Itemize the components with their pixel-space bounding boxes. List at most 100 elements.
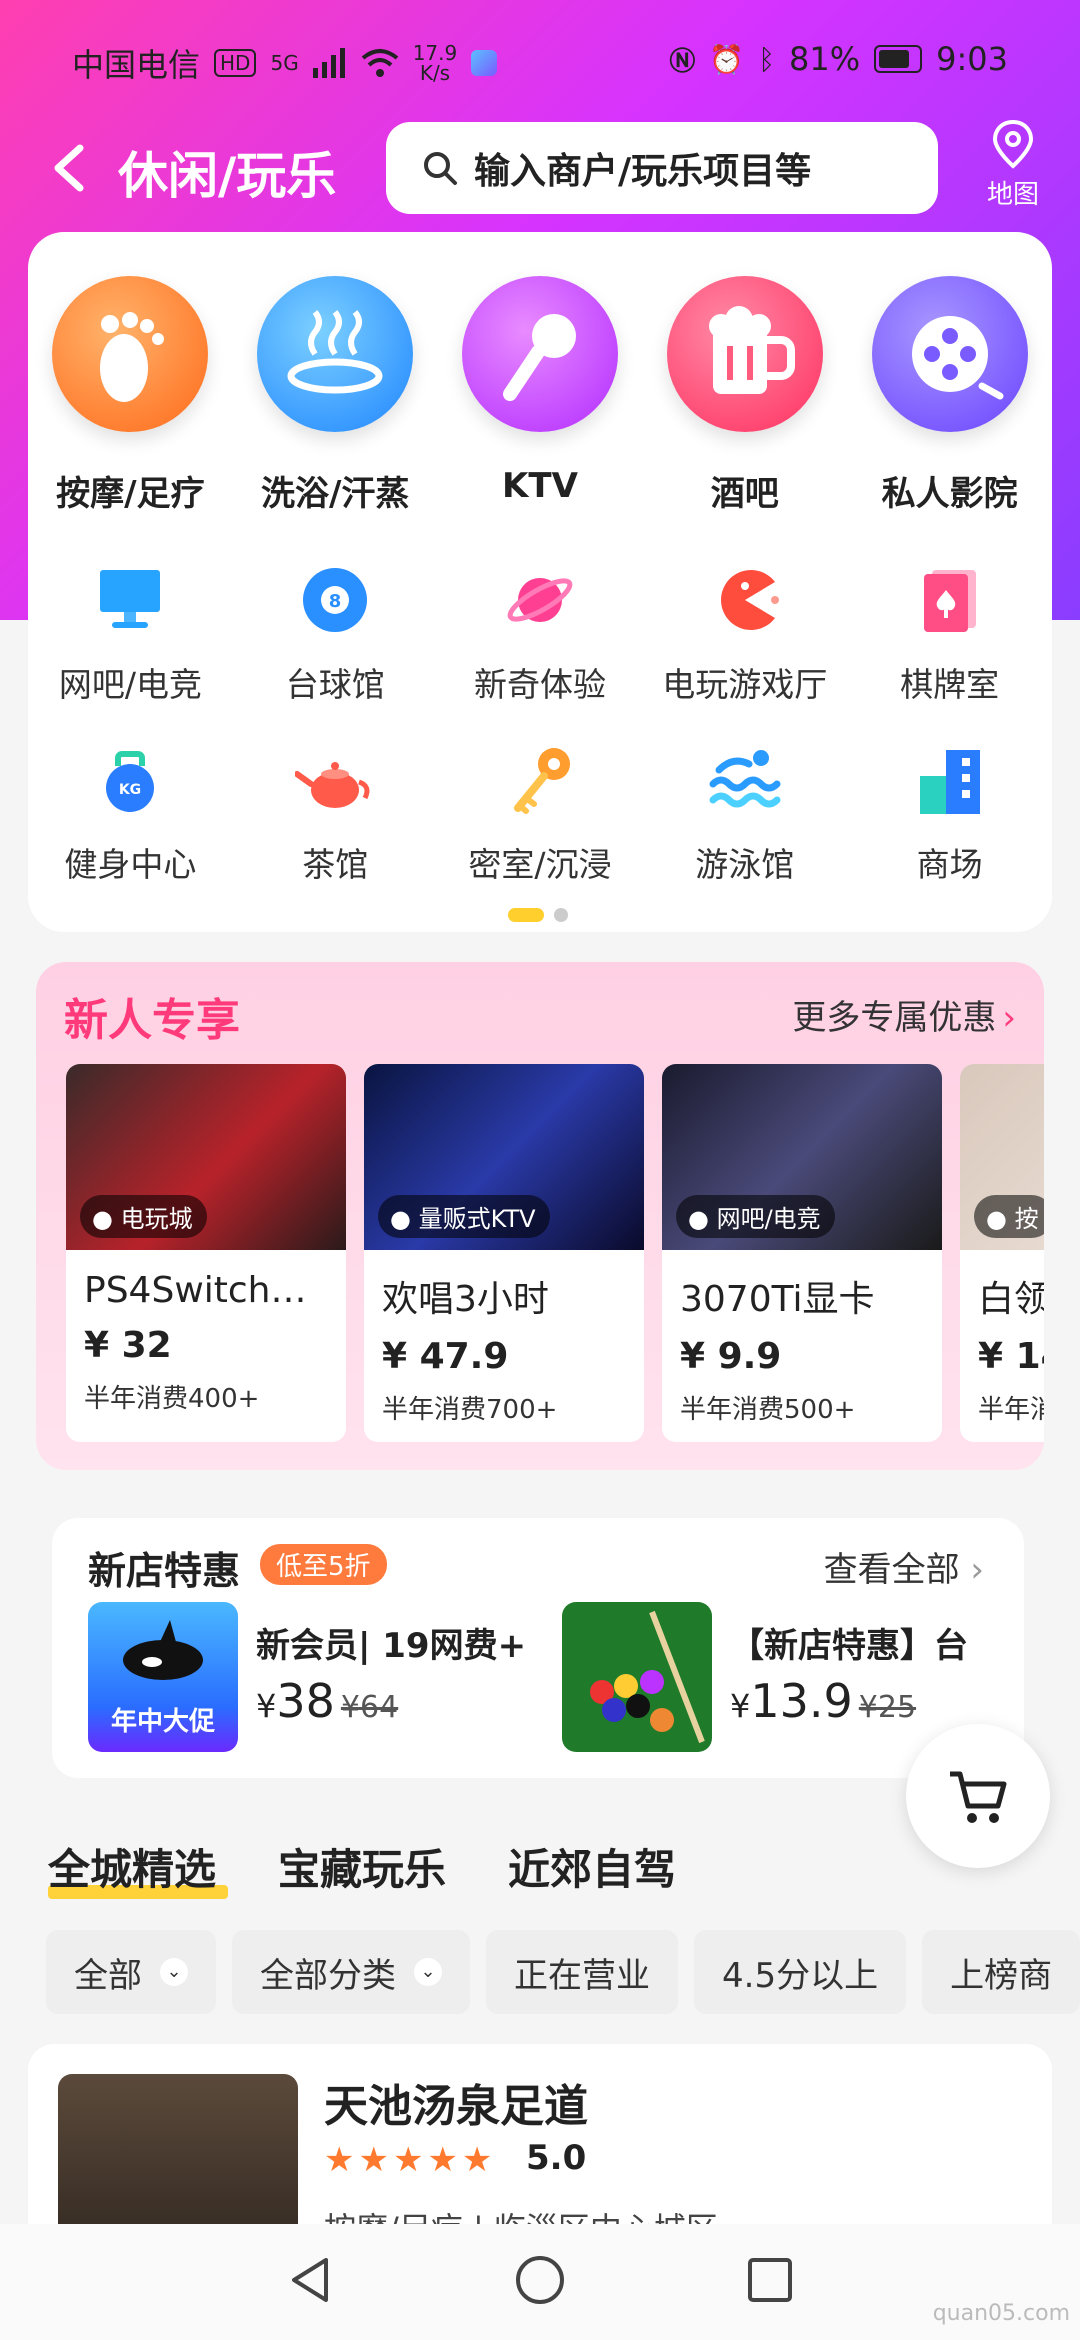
deal-card[interactable]: ● 量贩式KTV 欢唱3小时 ¥ 47.9 半年消费700+: [364, 1064, 644, 1442]
tab-city-picks[interactable]: 全城精选: [48, 1836, 229, 1899]
map-label: 地图: [986, 180, 1039, 210]
map-button[interactable]: 地图: [978, 118, 1048, 211]
deal-name: 3070Ti显卡: [680, 1279, 875, 1320]
signal-icon: [312, 48, 345, 78]
deal-name: 白领: [978, 1279, 1044, 1320]
filter-rating[interactable]: 4.5分以上: [694, 1930, 907, 2014]
status-bar: 中国电信 HD 5G 17.9 K/s Ⓝ ⏰ ᛒ 81% 9:03: [0, 0, 1080, 120]
nav-recents-icon[interactable]: [742, 2252, 798, 2308]
category-internet-cafe[interactable]: 网吧/电竞: [28, 560, 233, 706]
new-shop-title: 新店特惠: [88, 1549, 241, 1593]
building-icon: [919, 750, 980, 814]
cart-button[interactable]: [906, 1724, 1050, 1868]
page-dot: [554, 908, 568, 922]
deal-name: 欢唱3小时: [382, 1279, 549, 1320]
filter-ranked[interactable]: 上榜商: [922, 1930, 1080, 2014]
deal-card[interactable]: ● 网吧/电竞 3070Ti显卡 ¥ 9.9 半年消费500+: [662, 1064, 942, 1442]
new-shop-section: 新店特惠 低至5折 查看全部 › 年中大促 新会员| 19网费+ ¥38 ¥64 …: [52, 1518, 1024, 1778]
page-title: 休闲/玩乐: [118, 147, 337, 205]
category-bath[interactable]: 洗浴/汗蒸: [240, 276, 430, 515]
tab-suburban-drive[interactable]: 近郊自驾: [508, 1836, 676, 1897]
deal-price: ¥ 47.9: [382, 1336, 509, 1377]
category-arcade[interactable]: 电玩游戏厅: [642, 560, 847, 706]
category-private-cinema[interactable]: 私人影院: [855, 276, 1045, 515]
deal-tag: ● 按: [974, 1195, 1044, 1238]
category-escape-room[interactable]: 密室/沉浸: [438, 740, 643, 886]
new-user-section: 新人专享 更多专属优惠 › ● 电玩城 PS4Switch… ¥ 32 半年消费4…: [36, 962, 1044, 1470]
hd-badge: HD: [214, 49, 257, 77]
feed-tabs: 全城精选 宝藏玩乐 近郊自驾: [48, 1836, 676, 1899]
more-offers-link[interactable]: 更多专属优惠 ›: [792, 990, 1016, 1039]
clock: 9:03: [936, 40, 1008, 78]
new-shop-item-title: 【新店特惠】台: [730, 1626, 968, 1666]
new-shop-item-price: ¥13.9 ¥25: [730, 1674, 917, 1728]
billiards-thumbnail: [562, 1602, 712, 1752]
shop-card[interactable]: 天池汤泉足道 ★★★★★ 5.0 按摩/足疗 | 临淄区中心城区: [28, 2044, 1052, 2254]
category-mall[interactable]: 商场: [847, 740, 1052, 886]
wifi-icon: [361, 49, 398, 77]
category-card: 按摩/足疗 洗浴/汗蒸 KTV 酒吧 私人影院 网吧/电竞 8 台球馆 新奇体验…: [28, 232, 1052, 932]
shop-name: 天池汤泉足道: [324, 2081, 588, 2132]
teapot-icon: [294, 762, 370, 808]
alarm-icon: ⏰: [709, 42, 745, 76]
playing-card-icon: [923, 570, 976, 632]
location-pin-icon: ●: [92, 1205, 113, 1233]
page-indicator: [508, 908, 568, 922]
search-input[interactable]: 输入商户/玩乐项目等: [386, 122, 938, 214]
filter-all[interactable]: 全部 ⌄: [46, 1930, 216, 2014]
category-chess-room[interactable]: 棋牌室: [847, 560, 1052, 706]
deal-card[interactable]: ● 电玩城 PS4Switch… ¥ 32 半年消费400+: [66, 1064, 346, 1442]
category-ktv[interactable]: KTV: [445, 276, 635, 515]
svg-text:8: 8: [329, 591, 342, 612]
category-bar[interactable]: 酒吧: [650, 276, 840, 515]
microphone-icon: [461, 276, 618, 432]
network-type: 5G: [270, 51, 299, 75]
deal-image: ● 量贩式KTV: [364, 1064, 644, 1250]
category-fitness[interactable]: KG 健身中心: [28, 740, 233, 886]
deal-card[interactable]: ● 按 白领 ¥ 14 半年消: [960, 1064, 1044, 1442]
deal-tag: ● 量贩式KTV: [378, 1195, 550, 1238]
bluetooth-icon: ᛒ: [758, 42, 776, 76]
filter-open-now[interactable]: 正在营业: [486, 1930, 678, 2014]
music-app-icon: [471, 50, 498, 76]
carrier: 中国电信: [72, 46, 201, 84]
filter-bar: 全部 ⌄ 全部分类 ⌄ 正在营业 4.5分以上 上榜商: [46, 1930, 1080, 2014]
pacman-icon: [720, 570, 779, 630]
billiard-balls-icon: [590, 1610, 705, 1744]
promo-thumbnail: 年中大促: [88, 1602, 238, 1752]
page-dot-active: [508, 908, 544, 922]
promo-thumbnail-text: 年中大促: [110, 1707, 215, 1737]
footprint-icon: [52, 276, 209, 432]
category-swimming[interactable]: 游泳馆: [642, 740, 847, 886]
nav-back-icon[interactable]: [282, 2252, 338, 2308]
deal-price: ¥ 14: [978, 1336, 1044, 1377]
chevron-right-icon: ›: [1002, 998, 1016, 1038]
system-nav-bar: quan05.com: [0, 2224, 1080, 2340]
category-massage[interactable]: 按摩/足疗: [35, 276, 225, 515]
chevron-down-icon: ⌄: [414, 1958, 442, 1986]
monitor-icon: [100, 570, 161, 628]
deal-tag: ● 电玩城: [80, 1195, 207, 1238]
nfc-icon: Ⓝ: [669, 46, 696, 77]
film-reel-icon: [871, 276, 1028, 432]
view-all-link[interactable]: 查看全部 ›: [824, 1542, 984, 1591]
category-novel-experience[interactable]: 新奇体验: [438, 560, 643, 706]
key-icon: [513, 748, 570, 814]
location-pin-icon: ●: [390, 1205, 411, 1233]
deal-sold: 半年消费700+: [382, 1395, 558, 1425]
deal-price: ¥ 9.9: [680, 1336, 782, 1377]
chevron-down-icon: ⌄: [160, 1958, 188, 1986]
svg-text:KG: KG: [119, 782, 141, 798]
location-pin-icon: ●: [986, 1205, 1007, 1233]
back-arrow-icon[interactable]: [48, 140, 104, 196]
category-billiards[interactable]: 8 台球馆: [233, 560, 438, 706]
swim-wave-icon: [709, 750, 781, 808]
planet-icon: [507, 578, 573, 622]
filter-category[interactable]: 全部分类 ⌄: [232, 1930, 470, 2014]
shop-score: 5.0: [526, 2138, 587, 2178]
billiard-ball-icon: 8: [303, 568, 368, 632]
tab-treasure-play[interactable]: 宝藏玩乐: [278, 1836, 446, 1897]
category-teahouse[interactable]: 茶馆: [233, 740, 438, 886]
nav-home-icon[interactable]: [512, 2252, 568, 2308]
deal-sold: 半年消费400+: [84, 1384, 260, 1414]
